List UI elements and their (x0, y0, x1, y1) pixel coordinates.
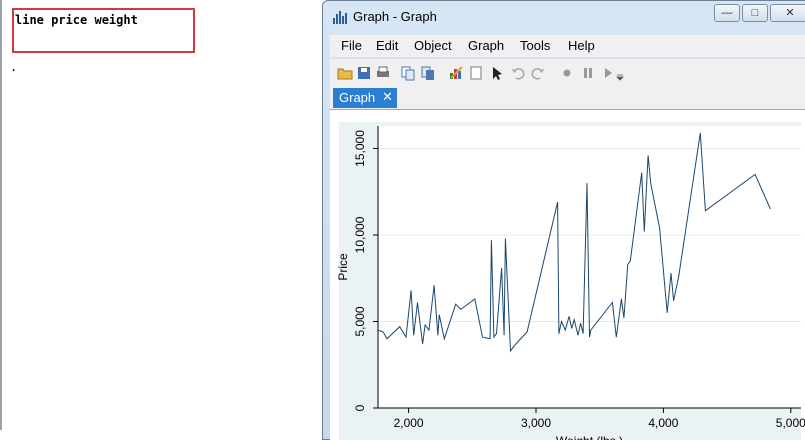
x-tick-label: 4,000 (648, 416, 678, 430)
undo-icon[interactable] (510, 65, 526, 81)
x-tick-label: 3,000 (521, 416, 551, 430)
y-tick-label: 15,000 (353, 130, 367, 167)
toolbar (330, 59, 805, 87)
save-icon[interactable] (356, 65, 372, 81)
title-bar[interactable]: Graph - Graph — □ ✕ (323, 1, 805, 31)
open-icon[interactable] (337, 65, 353, 81)
y-tick-label: 10,000 (353, 216, 367, 253)
plot-region: 0 5,000 10,000 15,000 2,000 3,000 4,000 5,000 Pr… (336, 122, 805, 440)
results-pane: line price weight . (0, 0, 324, 430)
y-axis-title: Price (336, 253, 350, 281)
plot-background (378, 126, 801, 408)
line-chart: 0 5,000 10,000 15,000 2,000 3,000 4,000 5,000 Pr… (336, 126, 805, 440)
y-tick-label: 5,000 (353, 306, 367, 336)
copy-icon[interactable] (400, 65, 416, 81)
print-icon[interactable] (375, 65, 391, 81)
redo-icon[interactable] (530, 65, 546, 81)
graph-canvas: 0 5,000 10,000 15,000 2,000 3,000 4,000 5,000 Pr… (330, 109, 805, 440)
tab-graph[interactable]: Graph ✕ (333, 88, 397, 108)
command-prompt: . (10, 60, 18, 74)
menu-help[interactable]: Help (568, 38, 595, 53)
dropdown-icon[interactable] (615, 65, 625, 81)
minimize-button[interactable]: — (714, 4, 740, 22)
menu-tools[interactable]: Tools (520, 38, 550, 53)
tab-close-icon[interactable]: ✕ (382, 89, 393, 105)
pointer-icon[interactable] (490, 65, 506, 81)
command-text: line price weight (15, 13, 138, 27)
graph-window: Graph - Graph — □ ✕ File Edit Object Gra… (322, 0, 805, 440)
close-button[interactable]: ✕ (770, 4, 805, 22)
tab-graph-label: Graph (339, 90, 376, 105)
graph-editor-icon[interactable] (448, 65, 464, 81)
maximize-button[interactable]: □ (742, 4, 768, 22)
window-title: Graph - Graph (353, 9, 437, 24)
menu-object[interactable]: Object (414, 38, 452, 53)
menu-file[interactable]: File (341, 38, 362, 53)
menu-graph[interactable]: Graph (468, 38, 504, 53)
x-axis-title: Weight (lbs.) (556, 434, 623, 440)
x-tick-label: 2,000 (394, 416, 424, 430)
pause-icon[interactable] (580, 65, 596, 81)
copy-special-icon[interactable] (420, 65, 436, 81)
record-icon[interactable] (559, 65, 575, 81)
page-icon[interactable] (468, 65, 484, 81)
graph-app-icon (333, 11, 347, 24)
menu-bar: File Edit Object Graph Tools Help (330, 35, 805, 57)
play-icon[interactable] (600, 65, 616, 81)
tab-strip: Graph ✕ (330, 87, 805, 109)
x-tick-label: 5,000 (776, 416, 805, 430)
menu-edit[interactable]: Edit (376, 38, 398, 53)
y-tick-label: 0 (353, 404, 367, 411)
